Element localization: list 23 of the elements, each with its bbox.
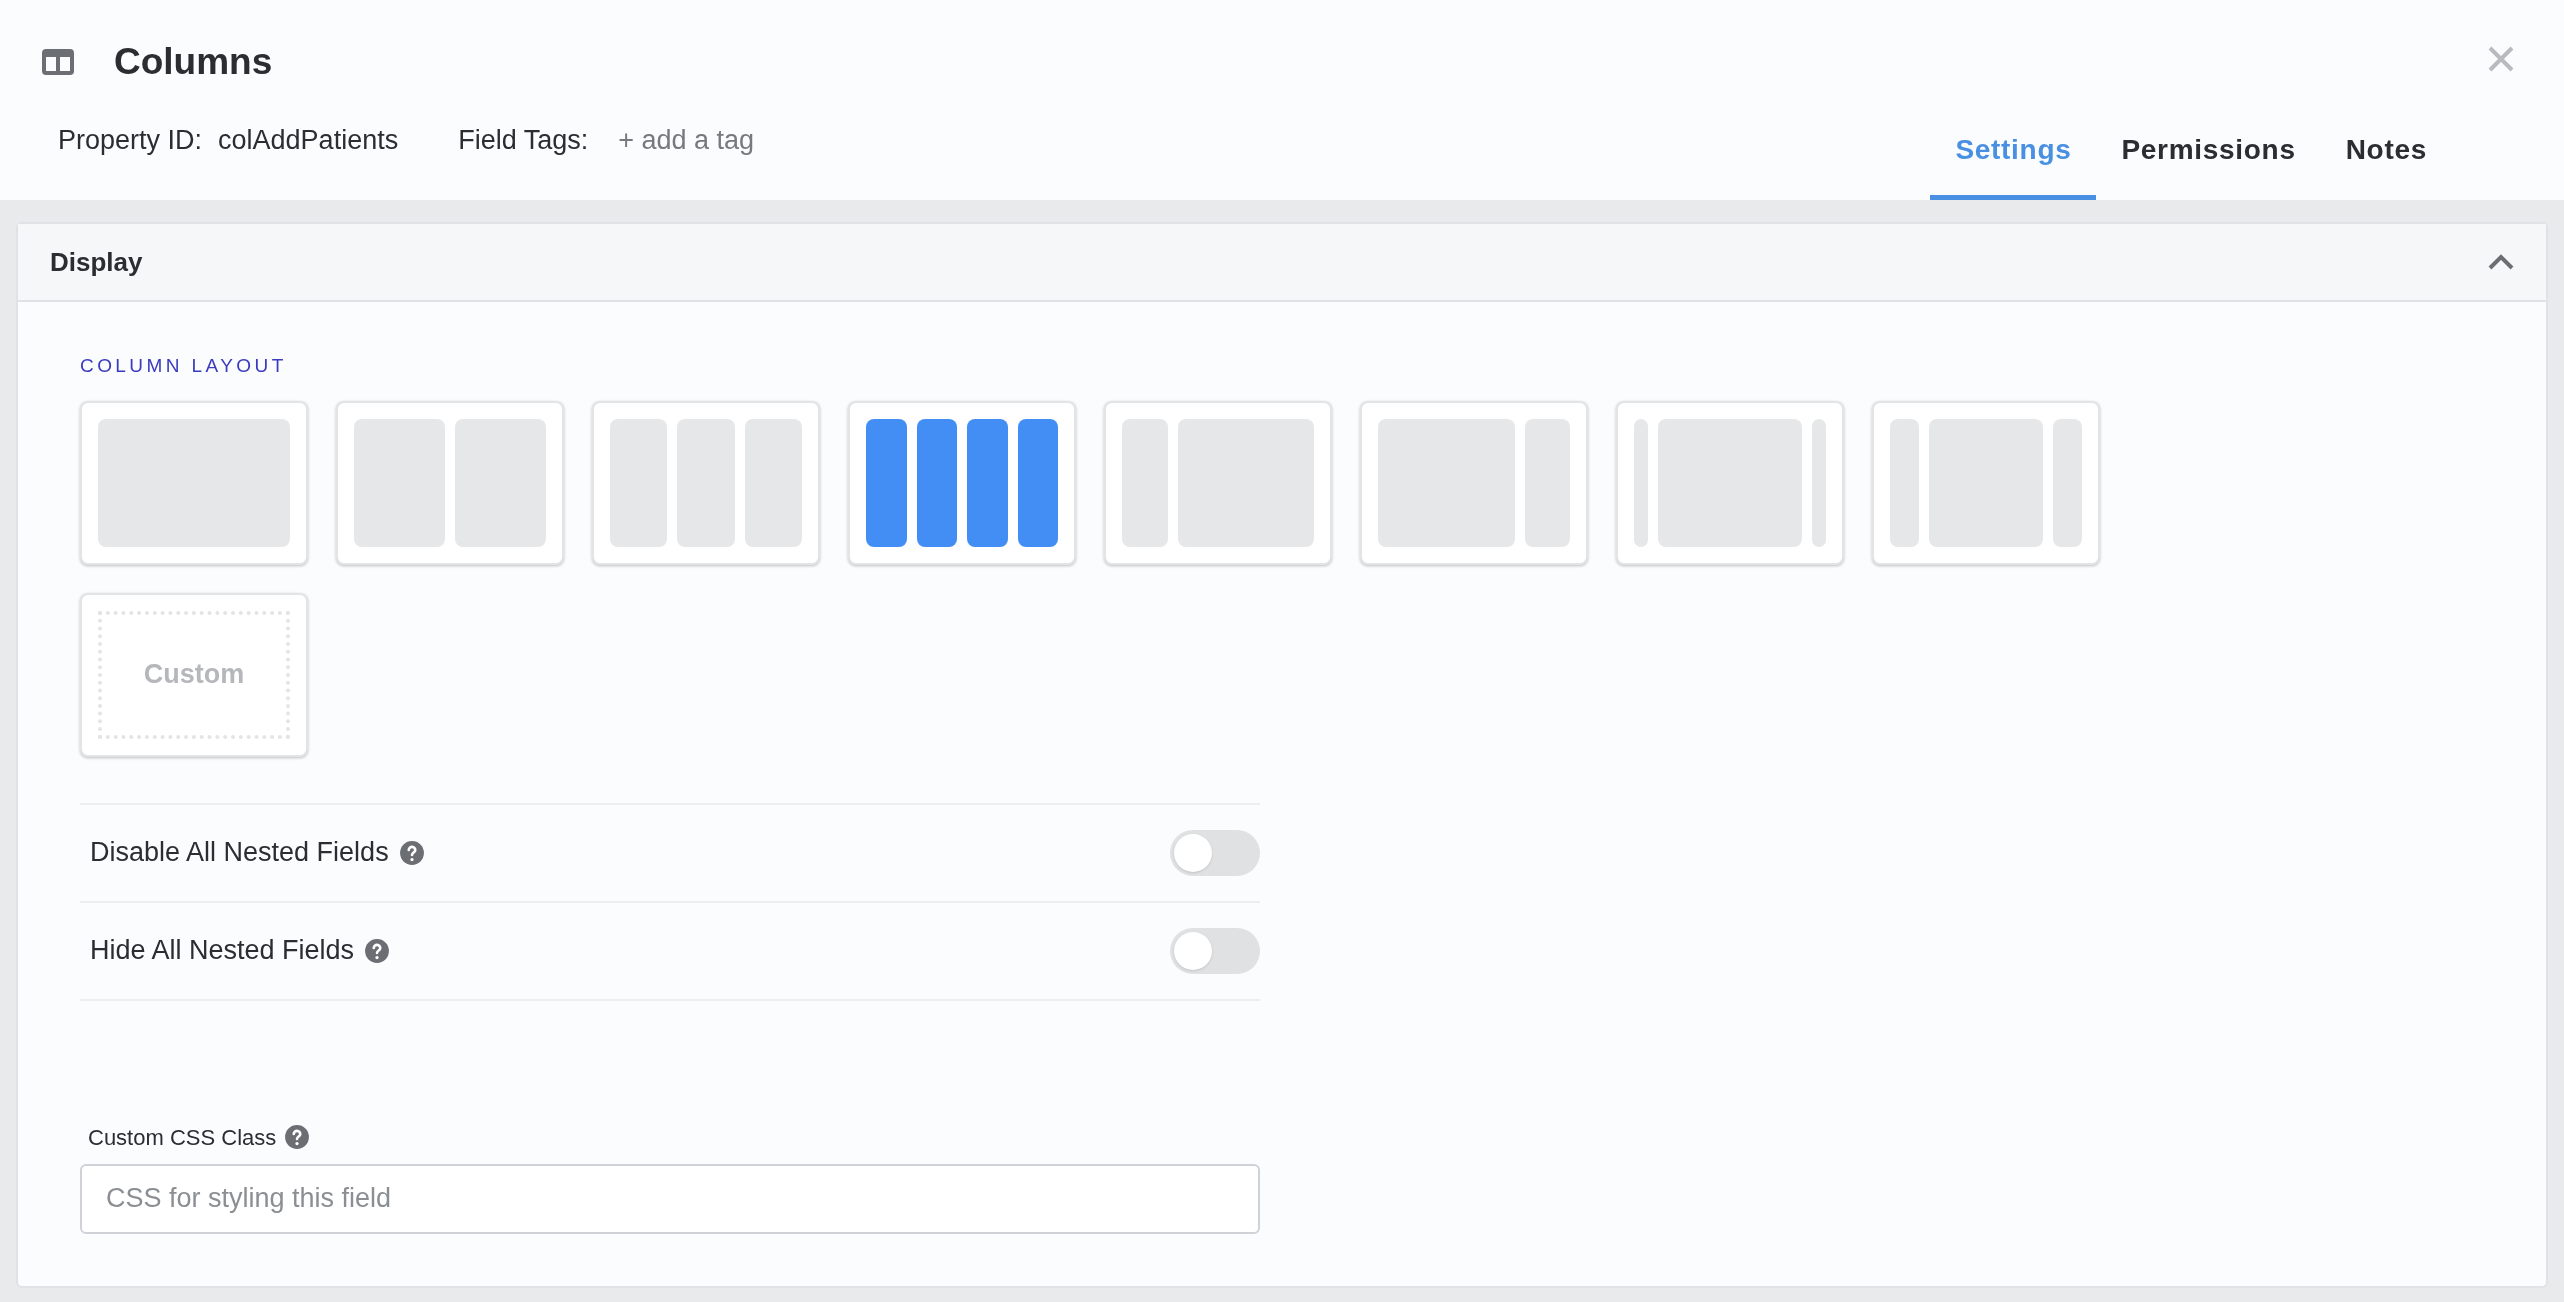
close-icon	[2487, 45, 2515, 73]
help-icon[interactable]	[284, 1124, 311, 1150]
property-id-label: Property ID:	[58, 123, 203, 157]
toggle-switch[interactable]	[1170, 927, 1260, 974]
section-label: COLUMN LAYOUT	[80, 354, 288, 378]
close-button[interactable]	[2486, 44, 2516, 74]
dialog-title: Columns	[114, 40, 273, 84]
tab[interactable]: Notes	[2320, 129, 2452, 200]
toggle-label: Hide All Nested Fields	[90, 934, 355, 968]
columns-icon	[42, 48, 74, 75]
toggle-label: Disable All Nested Fields	[90, 836, 389, 870]
field-label: Custom CSS Class	[88, 1123, 277, 1152]
add-tag-link[interactable]: + add a tag	[618, 119, 755, 160]
css-class-input[interactable]: CSS for styling this field	[80, 1163, 1260, 1234]
help-icon[interactable]	[364, 937, 391, 964]
chevron-up-icon	[2488, 254, 2514, 270]
column-layout-option[interactable]	[848, 400, 1076, 565]
toggle-switch[interactable]	[1170, 829, 1260, 876]
tab[interactable]: Permissions	[2096, 129, 2321, 200]
property-id-value: colAddPatients	[218, 123, 399, 157]
panel-header[interactable]: Display	[18, 224, 2546, 302]
help-icon[interactable]	[398, 839, 425, 866]
field-tags-label: Field Tags:	[458, 123, 589, 157]
